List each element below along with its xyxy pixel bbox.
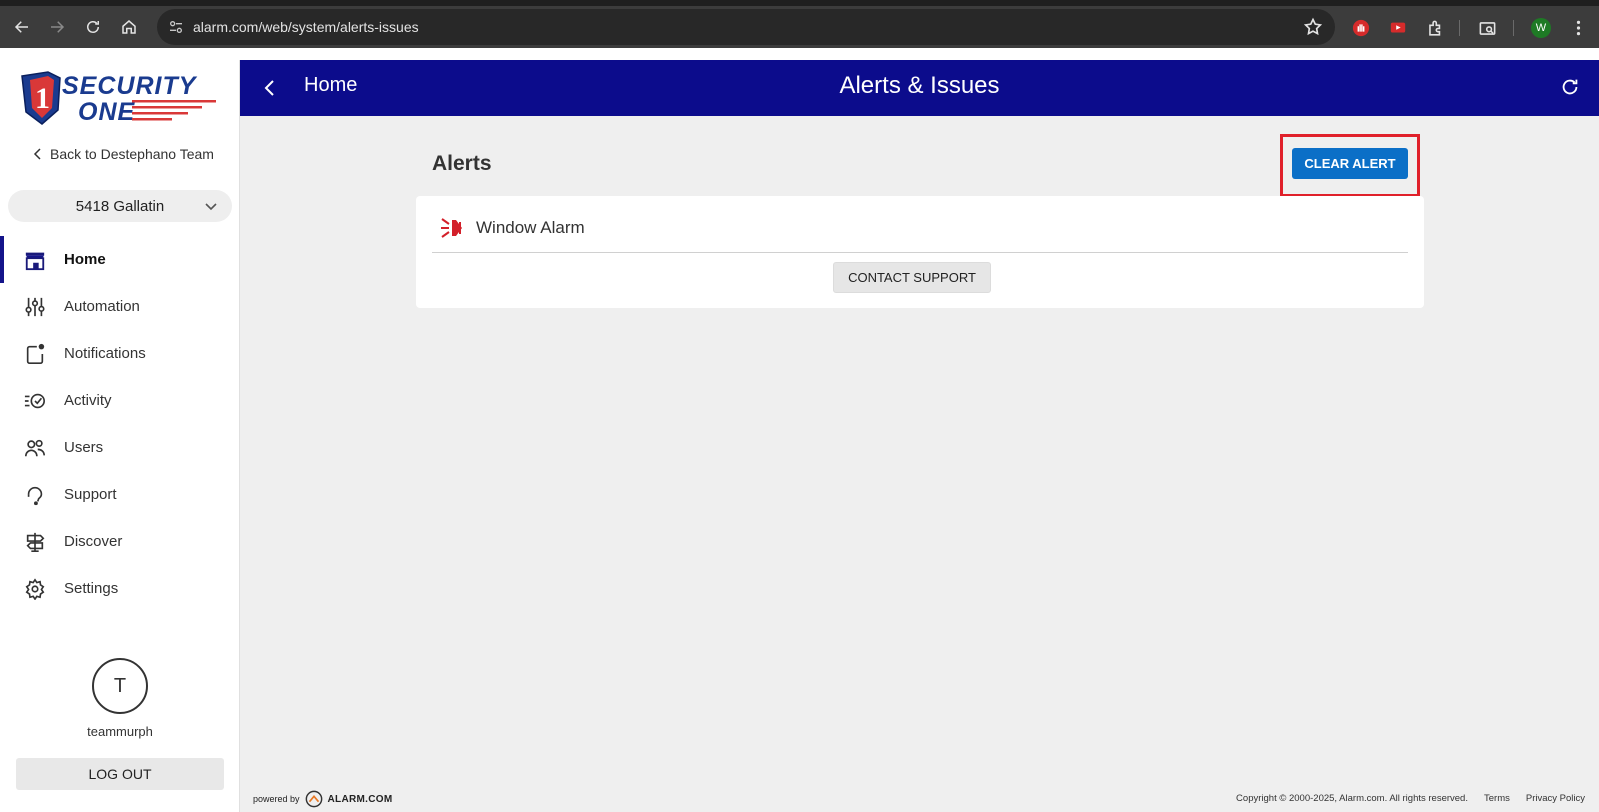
sidebar-item-settings[interactable]: Settings [0,565,239,612]
copyright: Copyright © 2000-2025, Alarm.com. All ri… [1236,793,1468,804]
chevron-left-icon[interactable] [260,77,280,99]
main-content: Alerts CLEAR ALERT Window Alarm CONTACT … [240,116,1599,812]
header-back-home-link[interactable]: Home [304,74,357,97]
privacy-policy-link[interactable]: Privacy Policy [1526,793,1585,804]
security-one-logo: 1 SECURITY ONE [21,71,216,126]
browser-reload-button[interactable] [75,9,111,45]
house-icon [122,20,136,34]
alarm-com-brand: ALARM.COM [327,793,393,805]
extensions-puzzle-icon[interactable] [1425,18,1445,38]
sidebar-item-automation[interactable]: Automation [0,283,239,330]
sidebar-item-label: Home [64,251,106,268]
sidebar-item-label: Activity [64,392,112,409]
extension-video-icon[interactable] [1388,18,1408,38]
headset-icon [27,486,43,506]
chevron-down-icon [205,203,217,211]
page-title: Alerts & Issues [839,72,1000,99]
arrow-left-icon [14,21,28,33]
powered-by-text: powered by [253,794,300,804]
sliders-icon [25,297,45,317]
signpost-icon [26,532,45,552]
refresh-icon[interactable] [1559,76,1581,98]
back-to-team-label: Back to Destephano Team [50,146,214,162]
logout-button[interactable]: LOG OUT [16,758,224,790]
alarm-siren-icon [441,218,462,238]
arrow-right-icon [51,21,65,33]
gear-icon [25,578,45,600]
site-settings-icon[interactable] [166,17,186,37]
sidebar-item-label: Discover [64,533,123,550]
notification-icon [26,343,45,364]
sidebar-item-label: Support [64,486,117,503]
site-selector[interactable]: 5418 Gallatin [8,190,232,222]
toolbar-separator [1459,20,1460,36]
svg-text:SECURITY: SECURITY [62,72,198,100]
back-to-team-link[interactable]: Back to Destephano Team [32,146,214,162]
sidebar-item-home[interactable]: Home [0,236,239,283]
sidebar-item-label: Users [64,439,104,456]
reload-icon [87,21,99,33]
sidebar-item-users[interactable]: Users [0,424,239,471]
page-header: Home Alerts & Issues [240,60,1599,116]
browser-menu-icon[interactable] [1568,16,1588,40]
browser-toolbar: alarm.com/web/system/alerts-issues W [0,6,1599,48]
sidebar-item-label: Notifications [64,345,146,362]
home-icon [25,252,45,271]
footer-links: Copyright © 2000-2025, Alarm.com. All ri… [1236,793,1585,804]
powered-by: powered by ALARM.COM [253,790,392,808]
contact-support-button[interactable]: CONTACT SUPPORT [833,262,991,293]
browser-back-button[interactable] [4,9,40,45]
browser-forward-button[interactable] [39,9,75,45]
profile-avatar[interactable]: W [1531,18,1551,38]
sidebar: 1 SECURITY ONE Back to Destephano Team 5… [0,60,240,812]
alerts-heading: Alerts [432,152,492,175]
toolbar-separator [1513,20,1514,36]
terms-link[interactable]: Terms [1484,793,1510,804]
sidebar-item-activity[interactable]: Activity [0,377,239,424]
sidebar-item-support[interactable]: Support [0,471,239,518]
alarm-com-logo-icon [305,790,322,808]
svg-text:ONE: ONE [78,98,136,126]
alert-card: Window Alarm CONTACT SUPPORT [416,196,1424,308]
site-name: 5418 Gallatin [75,197,165,215]
active-indicator [0,236,4,283]
sidebar-item-label: Automation [64,298,140,315]
extension-hand-icon[interactable] [1351,18,1371,38]
chevron-left-icon [33,148,41,160]
activity-icon [24,393,45,409]
sidebar-item-notifications[interactable]: Notifications [0,330,239,377]
url-text: alarm.com/web/system/alerts-issues [193,19,419,35]
user-avatar[interactable]: T [92,658,148,714]
clear-alert-button[interactable]: CLEAR ALERT [1292,148,1408,179]
browser-home-button[interactable] [111,9,147,45]
users-icon [25,439,45,457]
bookmark-star-icon[interactable] [1303,17,1323,37]
username: teammurph [87,724,153,739]
svg-text:1: 1 [35,82,50,115]
sidebar-item-label: Settings [64,580,119,597]
alert-label: Window Alarm [476,218,585,237]
address-bar[interactable]: alarm.com/web/system/alerts-issues [157,9,1335,45]
sidebar-item-discover[interactable]: Discover [0,518,239,565]
card-divider [432,252,1408,253]
tab-search-icon[interactable] [1477,18,1497,38]
